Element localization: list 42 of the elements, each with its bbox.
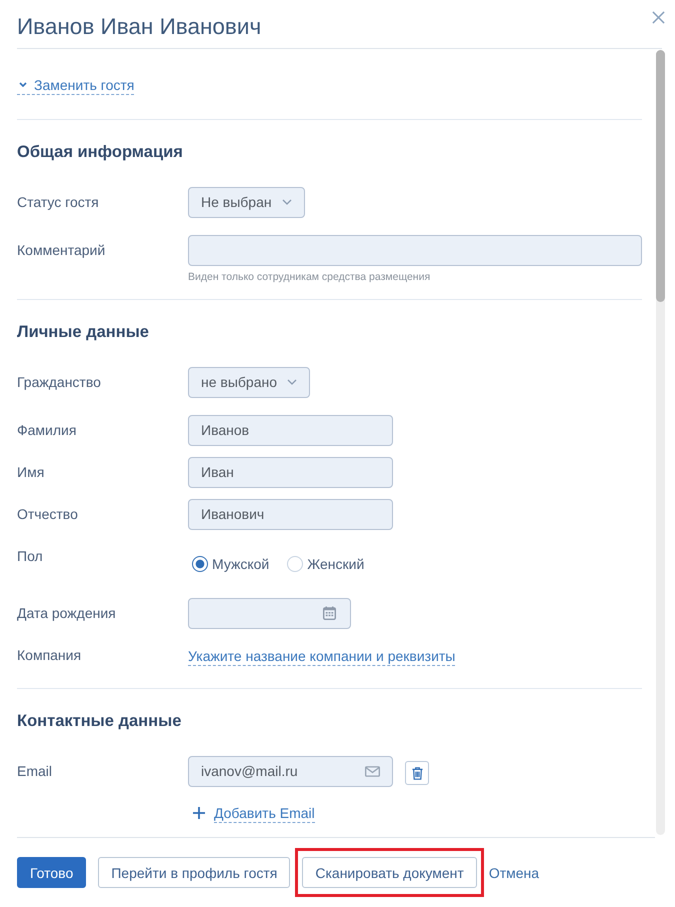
outline-button[interactable]: Сканировать документ bbox=[302, 857, 477, 888]
dialog-title: Иванов Иван Иванович bbox=[17, 13, 262, 41]
field-label: Пол bbox=[17, 546, 44, 566]
company-link[interactable]: Укажите название компании и реквизиты bbox=[188, 646, 456, 666]
text-field[interactable]: Иванович bbox=[188, 498, 393, 530]
radio-option[interactable]: Мужской bbox=[188, 554, 270, 572]
comment-field[interactable] bbox=[188, 234, 642, 266]
chevron-down-icon bbox=[287, 379, 298, 385]
email-field[interactable]: ivanov@mail.ru bbox=[188, 756, 393, 786]
calendar-icon[interactable] bbox=[323, 606, 336, 620]
scrollbar-thumb[interactable] bbox=[656, 50, 665, 302]
field-label: Email bbox=[17, 762, 54, 780]
trash-icon bbox=[412, 766, 422, 780]
field-label: Статус гостя bbox=[17, 192, 100, 212]
envelope-icon bbox=[365, 766, 380, 776]
field-label: Отчество bbox=[17, 504, 79, 524]
dropdown[interactable]: Не выбран bbox=[188, 186, 305, 218]
section-heading: Общая информация bbox=[17, 142, 184, 162]
field-hint: Виден только сотрудникам средства размещения bbox=[188, 270, 430, 282]
outline-button[interactable]: Перейти в профиль гостя bbox=[98, 857, 290, 888]
cancel-link[interactable]: Отмена bbox=[488, 864, 540, 880]
text-field[interactable]: Иванов bbox=[188, 414, 393, 446]
field-label: Комментарий bbox=[17, 240, 106, 260]
chevron-down-icon bbox=[282, 199, 292, 205]
add-email-link[interactable]: Добавить Email bbox=[193, 804, 315, 822]
field-label: Дата рождения bbox=[17, 604, 117, 623]
field-label: Компания bbox=[17, 646, 82, 664]
dropdown[interactable]: не выбрано bbox=[188, 366, 310, 398]
field-label: Гражданство bbox=[17, 372, 102, 392]
replace-guest-link[interactable]: Заменить гостя bbox=[17, 76, 134, 94]
section-heading: Личные данные bbox=[17, 322, 150, 342]
date-field[interactable] bbox=[188, 598, 351, 628]
text-field[interactable]: Иван bbox=[188, 456, 393, 488]
plus-icon bbox=[193, 807, 205, 819]
field-label: Имя bbox=[17, 462, 46, 482]
section-heading: Контактные данные bbox=[17, 710, 182, 732]
field-label: Фамилия bbox=[17, 420, 78, 440]
chevron-down-icon bbox=[19, 82, 27, 87]
primary-button[interactable]: Готово bbox=[17, 857, 86, 888]
close-icon[interactable] bbox=[652, 11, 665, 24]
radio-option[interactable]: Женский bbox=[283, 554, 364, 572]
delete-button[interactable] bbox=[405, 761, 429, 785]
